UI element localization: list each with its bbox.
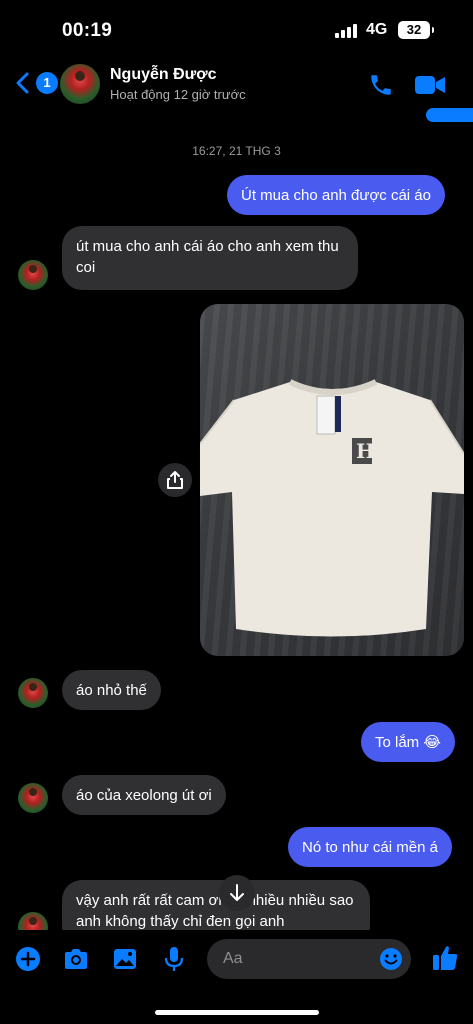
message-text: áo của xeolong út ơi [76, 787, 212, 804]
camera-icon[interactable] [62, 945, 90, 973]
message-bubble-incoming[interactable]: áo nhỏ thế [62, 670, 161, 710]
tshirt-image: H [200, 379, 464, 637]
message-bubble-incoming[interactable]: áo của xeolong út ơi [62, 775, 226, 815]
signal-icon [335, 24, 357, 38]
thumbs-up-icon[interactable] [430, 943, 460, 973]
message-input[interactable] [223, 948, 373, 970]
message-input-field[interactable] [207, 939, 411, 979]
back-chevron-icon [16, 72, 29, 94]
phone-icon[interactable] [368, 72, 394, 98]
battery-nub [432, 27, 434, 33]
message-text: To lắm 😂 [375, 734, 441, 751]
sender-avatar[interactable] [18, 912, 48, 930]
sender-avatar[interactable] [18, 783, 48, 813]
share-button[interactable] [158, 463, 192, 497]
avatar[interactable] [60, 64, 100, 104]
message-text: áo nhỏ thế [76, 682, 147, 699]
home-indicator [155, 1010, 319, 1015]
svg-text:H: H [356, 439, 375, 463]
sender-avatar[interactable] [18, 260, 48, 290]
message-bubble-outgoing[interactable]: To lắm 😂 [361, 722, 455, 762]
contact-name[interactable]: Nguyễn Được [110, 66, 217, 84]
message-text: vậy anh rất rất cam ơn út nhiều nhiều sa… [76, 892, 354, 930]
message-text: Nó to như cái mền á [302, 839, 438, 856]
gallery-icon[interactable] [111, 945, 139, 973]
contact-status: Hoạt động 12 giờ trước [110, 87, 246, 102]
video-camera-icon[interactable] [414, 72, 446, 98]
unread-badge: 1 [36, 72, 58, 94]
microphone-icon[interactable] [160, 945, 188, 973]
scroll-to-bottom-button[interactable] [219, 875, 255, 911]
plus-icon[interactable] [14, 945, 42, 973]
network-label: 4G [366, 21, 388, 38]
message-text: út mua cho anh cái áo cho anh xem thu co… [76, 238, 339, 276]
message-bubble-outgoing[interactable]: Út mua cho anh được cái áo [227, 175, 445, 215]
battery-icon: 32 [398, 21, 430, 39]
sender-avatar[interactable] [18, 678, 48, 708]
photo-message[interactable]: H [200, 304, 464, 656]
chat-header: 1 Nguyễn Được Hoạt động 12 giờ trước [0, 58, 473, 116]
share-icon [167, 471, 183, 489]
conversation-timestamp: 16:27, 21 THG 3 [192, 144, 281, 158]
message-bubble-incoming[interactable]: út mua cho anh cái áo cho anh xem thu co… [62, 226, 358, 290]
back-button[interactable]: 1 [12, 70, 58, 96]
message-bubble-outgoing[interactable]: Nó to như cái mền á [288, 827, 452, 867]
partial-message-bubble [426, 108, 473, 122]
message-composer [0, 934, 473, 984]
status-bar: 00:19 4G 32 [0, 0, 473, 60]
arrow-down-icon [230, 884, 244, 901]
message-bubble-incoming[interactable]: vậy anh rất rất cam ơn út nhiều nhiều sa… [62, 880, 370, 930]
emoji-icon[interactable] [379, 947, 403, 971]
status-time: 00:19 [62, 20, 113, 41]
message-text: Út mua cho anh được cái áo [241, 187, 431, 204]
